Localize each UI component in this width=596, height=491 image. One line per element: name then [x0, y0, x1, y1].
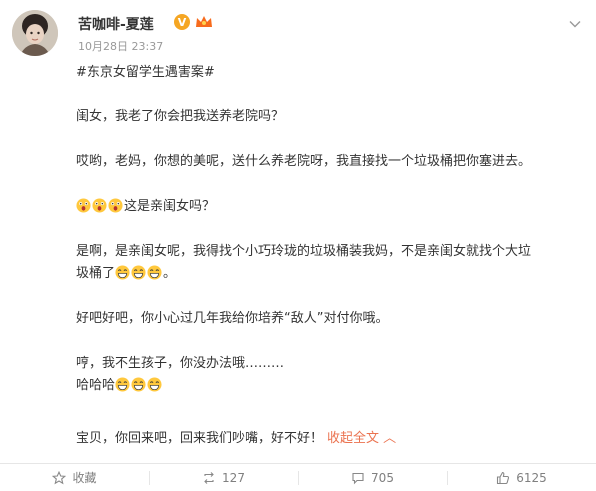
- shocked-emoji-icon: [76, 198, 91, 213]
- paragraph-text: 宝贝，你回来吧，回来我们吵嘴，好不好！: [76, 431, 324, 446]
- comment-button[interactable]: 705: [298, 464, 447, 491]
- like-count: 6125: [516, 470, 547, 485]
- chevron-up-icon: ︿: [383, 431, 397, 446]
- grin-emoji-icon: [131, 265, 146, 280]
- repost-icon: [204, 471, 214, 484]
- grin-emoji-icon: [147, 377, 162, 392]
- favorite-label: 收藏: [72, 471, 97, 485]
- paragraph: 圾桶了 。: [76, 263, 576, 285]
- user-name[interactable]: 苦咖啡-夏莲: [78, 14, 154, 34]
- weibo-post: 苦咖啡-夏莲 V 10月28日 23:37 #东京女留学生遇害案# 闺女，我老了…: [0, 0, 596, 491]
- comment-count: 705: [371, 470, 394, 485]
- paragraph-text: 。: [163, 266, 177, 281]
- paragraph: 是啊，是亲闺女呢，我得找个小巧玲珑的垃圾桶装我妈，不是亲闺女就找个大垃: [76, 244, 532, 259]
- paragraph: 哎哟，老妈，你想的美呢，送什么养老院呀，我直接找一个垃圾桶把你塞进去。: [76, 154, 532, 169]
- chevron-down-icon[interactable]: [568, 16, 582, 30]
- comment-icon: [352, 472, 364, 484]
- action-bar: 收藏 127 705 6125: [0, 464, 596, 491]
- grin-emoji-icon: [147, 265, 162, 280]
- paragraph-text: 这是亲闺女吗？: [124, 199, 216, 214]
- favorite-button[interactable]: 收藏: [0, 464, 149, 491]
- paragraph-text: 圾桶了: [76, 266, 116, 281]
- verified-badge-icon: V: [174, 14, 190, 30]
- hashtag-link[interactable]: #东京女留学生遇害案#: [76, 65, 215, 80]
- post-timestamp[interactable]: 10月28日 23:37: [78, 38, 163, 54]
- post-header: 苦咖啡-夏莲 V 10月28日 23:37: [12, 10, 586, 62]
- collapse-full-text-link[interactable]: 收起全文 ︿: [327, 431, 396, 446]
- avatar[interactable]: [12, 10, 58, 56]
- member-crown-icon: [194, 14, 214, 30]
- repost-button[interactable]: 127: [149, 464, 298, 491]
- hashtag-line: #东京女留学生遇害案#: [76, 62, 576, 84]
- thumbs-up-icon: [497, 471, 510, 484]
- shocked-emoji-icon: [92, 198, 107, 213]
- star-icon: [52, 470, 67, 484]
- paragraph: 哼，我不生孩子，你没办法哦………: [76, 356, 285, 371]
- grin-emoji-icon: [115, 265, 130, 280]
- grin-emoji-icon: [131, 377, 146, 392]
- paragraph-text: 哈哈哈: [76, 378, 116, 393]
- collapse-label: 收起全文: [327, 431, 380, 446]
- user-badges: V: [174, 14, 214, 30]
- paragraph: 这是亲闺女吗？: [76, 196, 576, 218]
- paragraph: 好吧好吧，你小心过几年我给你培养“敌人”对付你哦。: [76, 311, 389, 326]
- like-button[interactable]: 6125: [447, 464, 596, 491]
- repost-count: 127: [222, 470, 245, 485]
- shocked-emoji-icon: [108, 198, 123, 213]
- paragraph: 宝贝，你回来吧，回来我们吵嘴，好不好！ 收起全文 ︿: [76, 428, 576, 450]
- paragraph: 哈哈哈: [76, 375, 576, 397]
- grin-emoji-icon: [115, 377, 130, 392]
- paragraph: 闺女，我老了你会把我送养老院吗？: [76, 109, 285, 124]
